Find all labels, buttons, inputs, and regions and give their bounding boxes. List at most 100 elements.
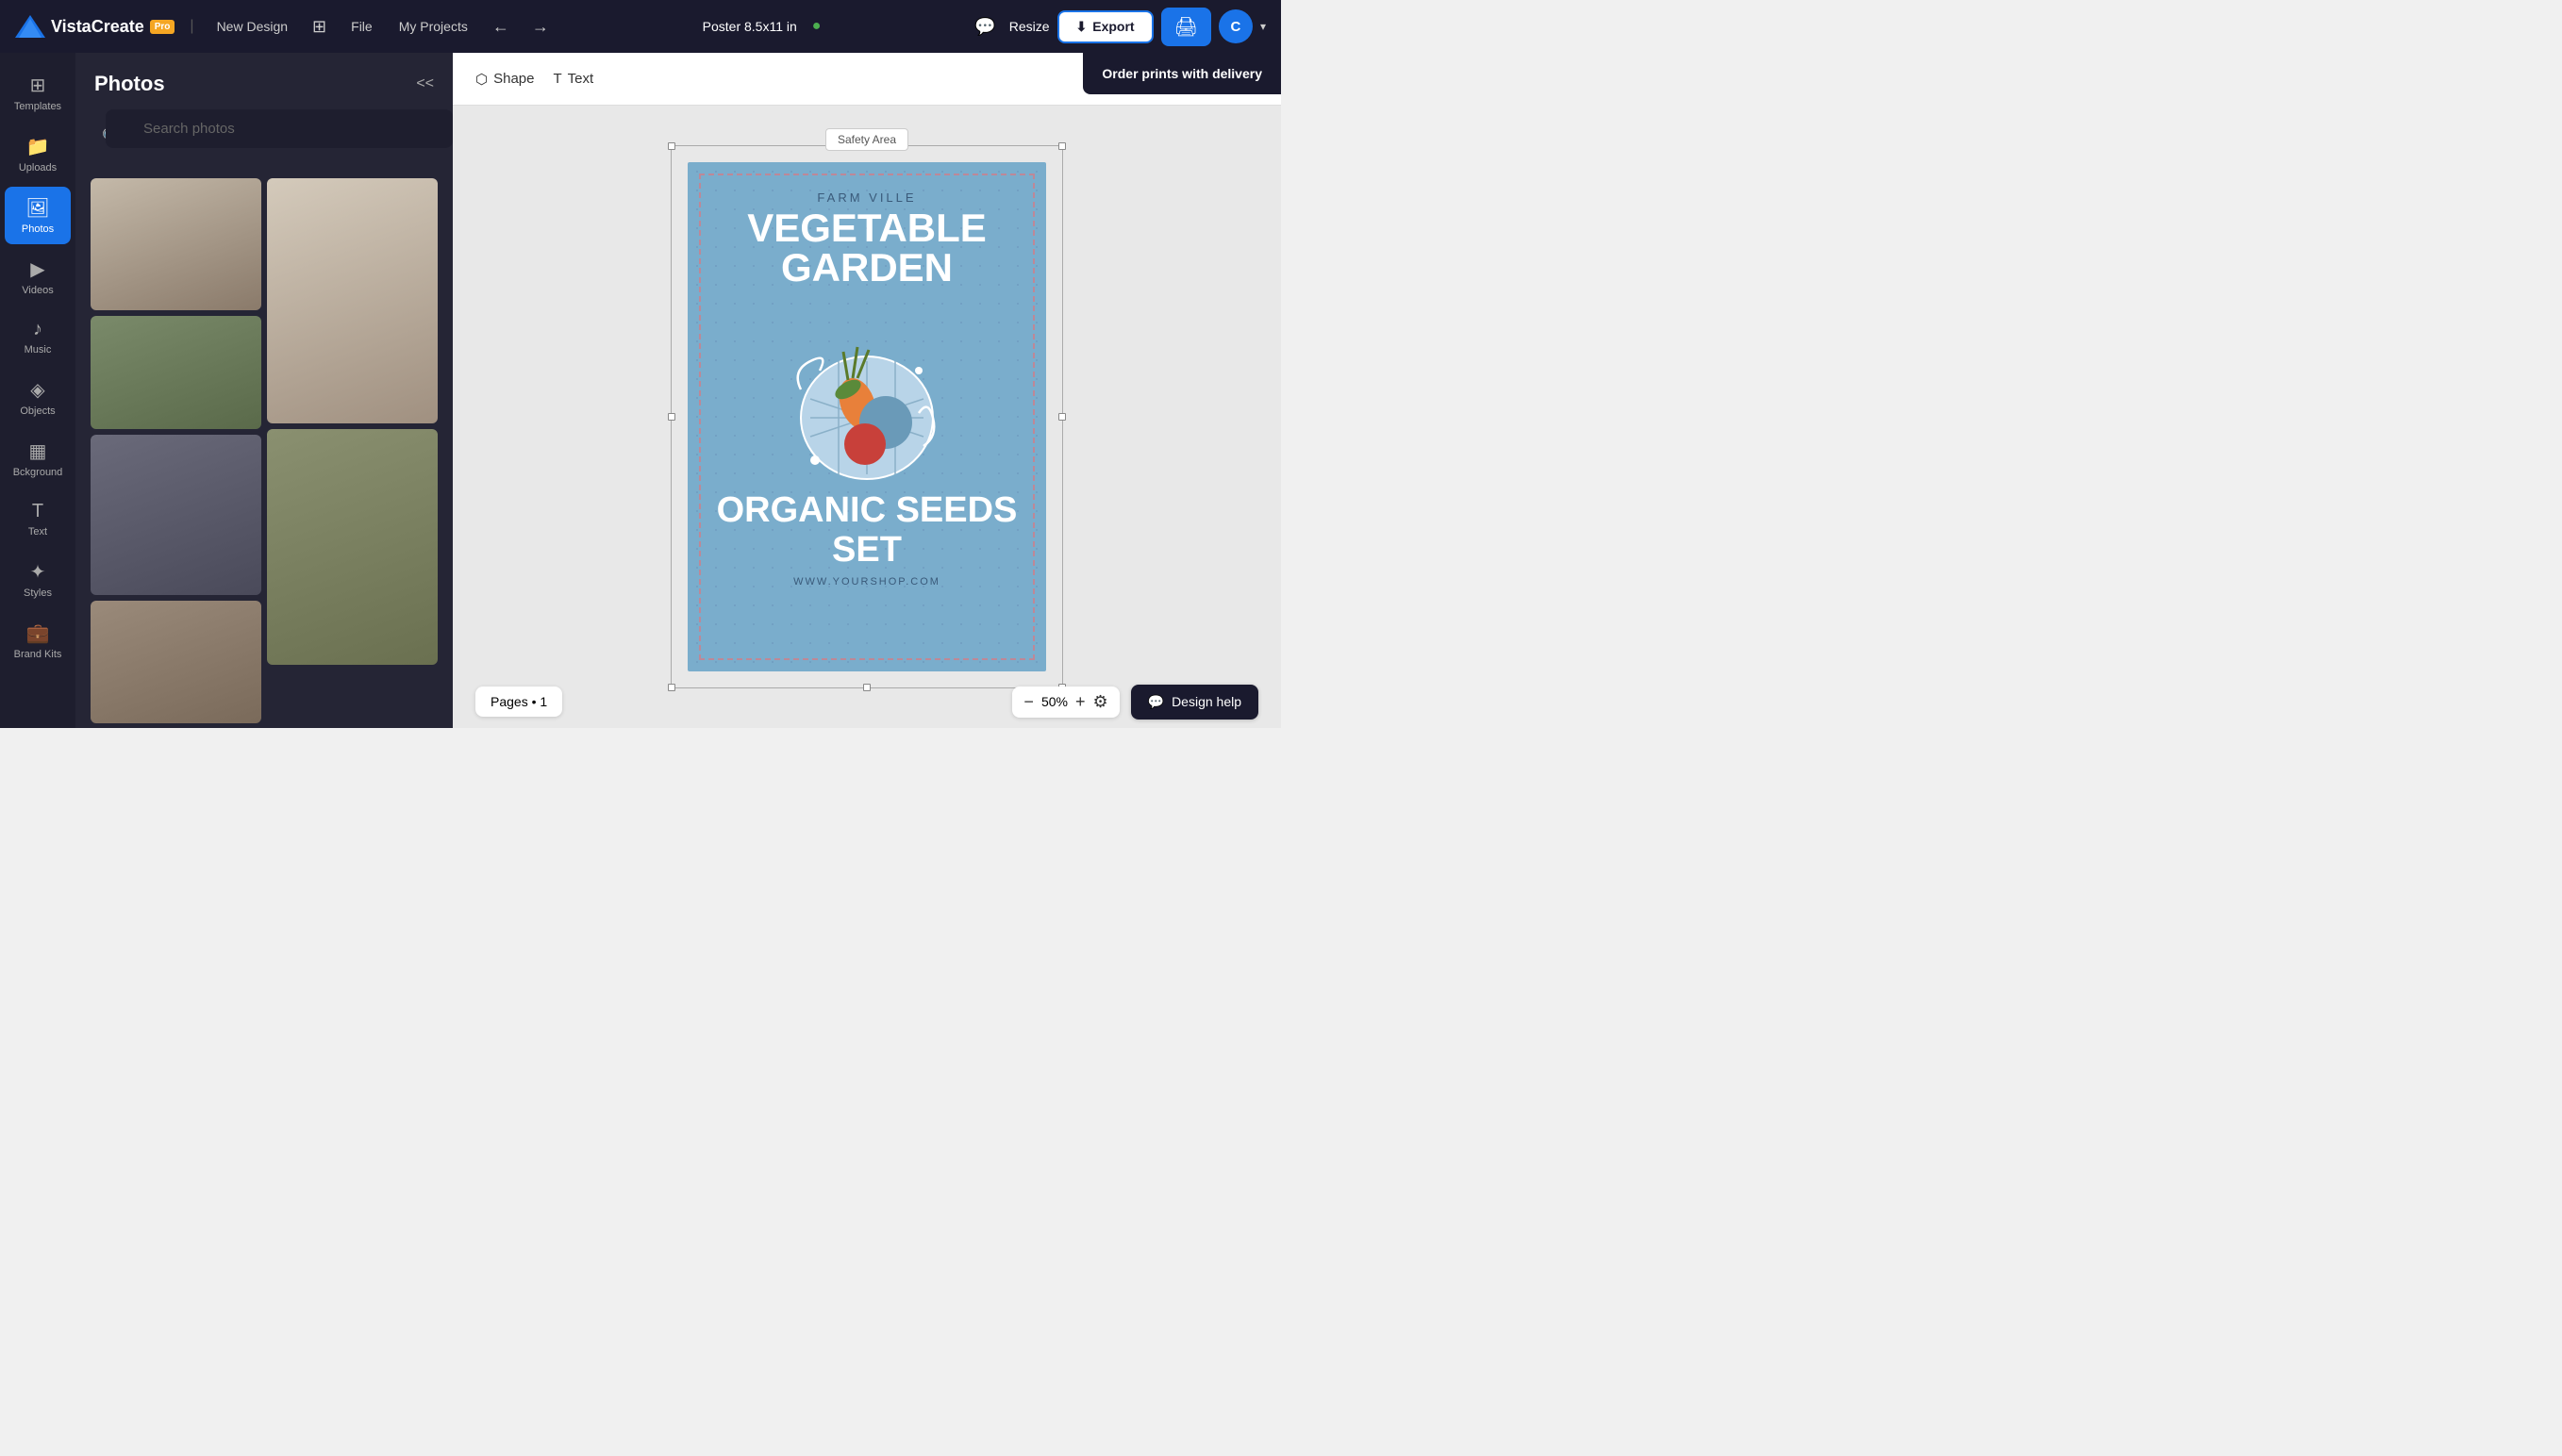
objects-icon: ◈ — [30, 378, 44, 402]
sidebar-item-music[interactable]: ♪ Music — [5, 309, 71, 365]
pro-badge: Pro — [150, 20, 175, 34]
photos-icon: 🖼 — [25, 196, 49, 220]
design-help-button[interactable]: 💬 Design help — [1131, 685, 1258, 720]
organic-seeds-text: ORGANIC SEEDS SET — [707, 491, 1027, 571]
list-item[interactable] — [267, 429, 438, 665]
design-help-label: Design help — [1172, 694, 1241, 709]
logo-area: VistaCreate Pro — [15, 11, 175, 41]
zoom-settings-button[interactable]: ⚙ — [1092, 692, 1107, 712]
text-toolbar-item[interactable]: T Text — [553, 71, 593, 87]
list-item[interactable] — [91, 435, 261, 595]
music-icon: ♪ — [33, 319, 42, 340]
pages-button[interactable]: Pages • 1 — [475, 687, 562, 717]
file-button[interactable]: File — [343, 15, 380, 38]
project-title: Poster 8.5x11 in — [703, 19, 797, 34]
list-item[interactable] — [267, 178, 438, 423]
export-icon: ⬇ — [1076, 19, 1088, 35]
list-item[interactable] — [91, 178, 261, 310]
styles-icon: ✦ — [30, 560, 46, 584]
chevron-down-icon: ▾ — [1260, 20, 1266, 33]
poster-container: Safety Area FARM VILLE VEGETABLE GARDEN — [688, 162, 1046, 671]
sidebar-label-styles: Styles — [24, 587, 52, 599]
logo-icon — [15, 11, 45, 41]
sidebar-label-objects: Objects — [20, 405, 55, 417]
search-input[interactable] — [106, 109, 453, 148]
zoom-out-button[interactable]: − — [1023, 692, 1034, 712]
logo-text: VistaCreate — [51, 17, 144, 37]
vegetable-garden-text: VEGETABLE GARDEN — [707, 208, 1027, 288]
brand-kits-icon: 💼 — [26, 621, 50, 645]
zoom-controls: − 50% + ⚙ — [1012, 687, 1119, 718]
videos-icon: ▶ — [30, 257, 44, 281]
collapse-panel-button[interactable]: << — [416, 75, 434, 92]
sidebar-label-background: Bckground — [13, 467, 63, 478]
redo-button[interactable]: → — [526, 13, 555, 41]
avatar[interactable]: C — [1219, 9, 1253, 43]
sidebar-item-videos[interactable]: ▶ Videos — [5, 248, 71, 306]
export-button[interactable]: ⬇ Export — [1057, 10, 1154, 43]
icon-sidebar: ⊞ Templates 📁 Uploads 🖼 Photos ▶ Videos … — [0, 53, 75, 728]
nav-center: Poster 8.5x11 in ● — [566, 18, 957, 35]
sidebar-item-brand-kits[interactable]: 💼 Brand Kits — [5, 612, 71, 670]
shape-icon: ⬡ — [475, 71, 488, 88]
handle-middle-right[interactable] — [1058, 413, 1066, 421]
photos-grid — [75, 178, 453, 728]
handle-top-left[interactable] — [668, 142, 675, 150]
export-label: Export — [1092, 19, 1134, 34]
sidebar-item-styles[interactable]: ✦ Styles — [5, 551, 71, 608]
website-text: WWW.YOURSHOP.COM — [793, 576, 940, 587]
handle-middle-left[interactable] — [668, 413, 675, 421]
sidebar-item-text[interactable]: T Text — [5, 491, 71, 547]
shape-label: Shape — [493, 71, 534, 87]
poster-content: FARM VILLE VEGETABLE GARDEN — [688, 162, 1046, 606]
undo-button[interactable]: ← — [487, 13, 515, 41]
templates-icon: ⊞ — [30, 74, 46, 97]
main-layout: ⊞ Templates 📁 Uploads 🖼 Photos ▶ Videos … — [0, 53, 1281, 728]
sync-icon: ● — [812, 18, 822, 35]
poster-design[interactable]: FARM VILLE VEGETABLE GARDEN — [688, 162, 1046, 671]
sidebar-item-objects[interactable]: ◈ Objects — [5, 369, 71, 426]
sidebar-item-templates[interactable]: ⊞ Templates — [5, 64, 71, 122]
list-item[interactable] — [91, 316, 261, 429]
chat-icon: 💬 — [1148, 694, 1164, 710]
text-label: Text — [568, 71, 594, 87]
shape-toolbar-item[interactable]: ⬡ Shape — [475, 71, 534, 88]
zoom-in-button[interactable]: + — [1075, 692, 1086, 712]
canvas-workspace[interactable]: Safety Area FARM VILLE VEGETABLE GARDEN — [453, 106, 1281, 728]
print-button[interactable]: 🖨 — [1161, 8, 1211, 46]
sidebar-item-photos[interactable]: 🖼 Photos — [5, 187, 71, 244]
resize-button[interactable]: Resize — [1009, 19, 1050, 34]
sidebar-label-music: Music — [25, 344, 52, 356]
grid-icon-button[interactable]: ⊞ — [307, 13, 332, 41]
sidebar-label-videos: Videos — [22, 285, 53, 296]
new-design-button[interactable]: New Design — [209, 15, 295, 38]
search-wrapper: 🔍 — [91, 109, 438, 163]
safety-area-label: Safety Area — [825, 128, 908, 151]
text-icon: T — [32, 501, 43, 522]
background-icon: ▦ — [29, 439, 47, 463]
photos-column-left — [91, 178, 261, 728]
nav-right: 💬 Resize ⬇ Export 🖨 C ▾ — [969, 8, 1266, 46]
top-navigation: VistaCreate Pro | New Design ⊞ File My P… — [0, 0, 1281, 53]
canvas-area: ⬡ Shape T Text — [453, 53, 1281, 728]
sidebar-label-text: Text — [28, 526, 47, 538]
my-projects-button[interactable]: My Projects — [391, 15, 475, 38]
photos-column-right — [267, 178, 438, 728]
order-prints-tooltip: Order prints with delivery — [1083, 53, 1281, 94]
farm-ville-text: FARM VILLE — [817, 190, 916, 205]
photos-panel-title: Photos — [94, 72, 165, 96]
sidebar-item-uploads[interactable]: 📁 Uploads — [5, 125, 71, 183]
handle-top-right[interactable] — [1058, 142, 1066, 150]
photos-panel: Photos << 🔍 — [75, 53, 453, 728]
sidebar-label-photos: Photos — [22, 223, 54, 235]
photos-header: Photos << — [75, 53, 453, 109]
zoom-level: 50% — [1041, 694, 1068, 709]
comment-button[interactable]: 💬 — [969, 13, 1001, 41]
text-icon: T — [553, 71, 561, 87]
sidebar-item-background[interactable]: ▦ Bckground — [5, 430, 71, 488]
sidebar-label-brand-kits: Brand Kits — [14, 649, 62, 660]
list-item[interactable] — [91, 601, 261, 723]
sidebar-label-uploads: Uploads — [19, 162, 57, 174]
uploads-icon: 📁 — [26, 135, 50, 158]
sidebar-label-templates: Templates — [14, 101, 61, 112]
